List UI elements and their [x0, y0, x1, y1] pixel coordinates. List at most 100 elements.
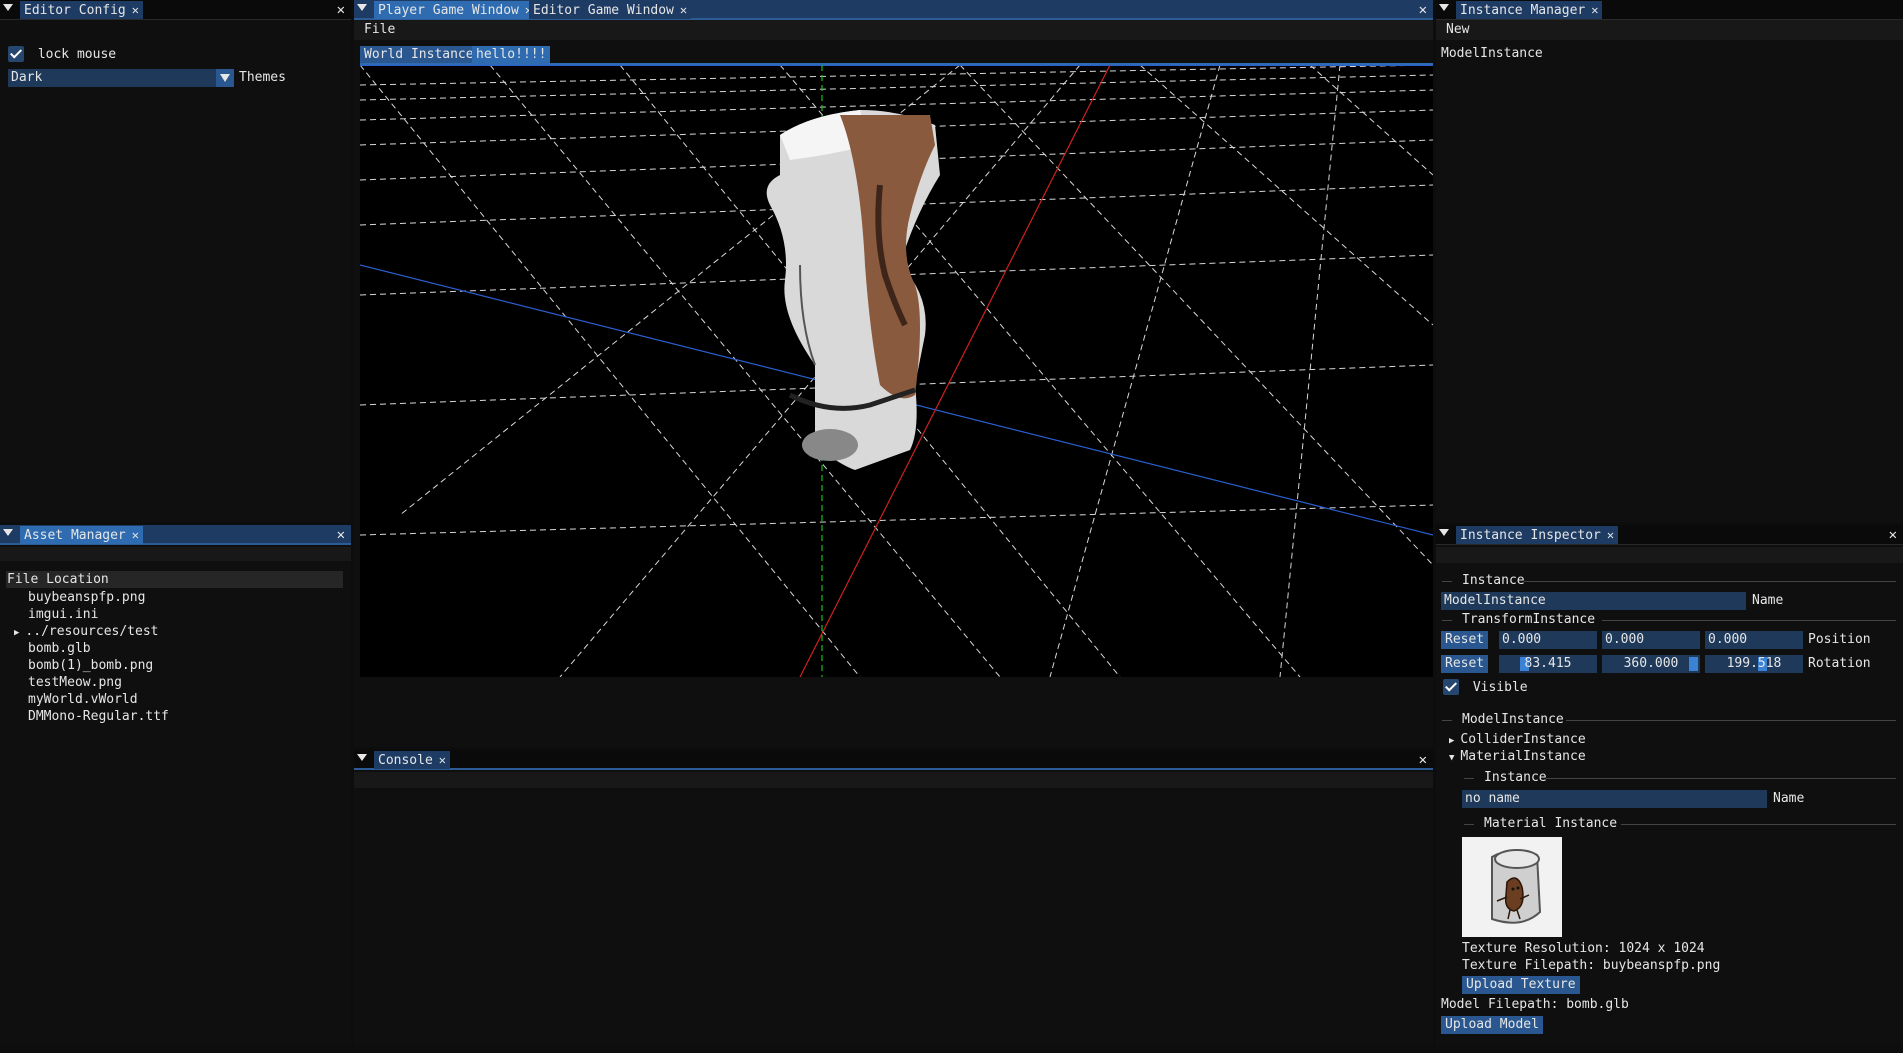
theme-select[interactable]: Dark	[8, 69, 234, 87]
chevron-right-icon[interactable]: ▶	[14, 628, 19, 638]
window-menu-icon[interactable]	[1439, 4, 1449, 11]
editor-config-panel: Editor Config ✕ ✕ lock mouse Dark Themes	[0, 0, 351, 522]
file-item[interactable]: bomb(1)_bomb.png	[28, 658, 153, 673]
close-icon[interactable]: ✕	[439, 753, 446, 767]
panel-close-icon[interactable]: ✕	[337, 525, 345, 545]
file-item[interactable]: buybeanspfp.png	[28, 590, 145, 605]
position-z-input[interactable]: 0.000	[1705, 631, 1803, 649]
collider-label: ColliderInstance	[1460, 732, 1586, 747]
tab-console[interactable]: Console ✕	[374, 751, 451, 769]
chevron-down-icon[interactable]	[216, 69, 234, 87]
file-item[interactable]: imgui.ini	[28, 607, 98, 622]
upload-texture-button[interactable]: Upload Texture	[1462, 976, 1580, 994]
material-name-input[interactable]: no name	[1462, 790, 1767, 808]
slider-grab[interactable]	[1689, 657, 1698, 671]
material-tree-node[interactable]: ▼ MaterialInstance	[1449, 749, 1586, 764]
separator	[1464, 778, 1474, 779]
rotation-label: Rotation	[1808, 656, 1871, 671]
viewport-3d[interactable]	[360, 65, 1433, 677]
panel-close-icon[interactable]: ✕	[1419, 0, 1427, 20]
rotation-z-value: 199.518	[1726, 656, 1782, 671]
instance-inspector-panel: Instance Inspector ✕ ✕ Instance ModelInst…	[1436, 525, 1903, 1045]
close-icon[interactable]: ✕	[1591, 3, 1598, 17]
tab-asset-manager[interactable]: Asset Manager ✕	[20, 526, 143, 544]
material-name-label: Name	[1773, 791, 1805, 806]
tab-label: Asset Manager	[24, 528, 126, 543]
chevron-right-icon[interactable]: ▶	[1449, 736, 1454, 746]
separator	[1621, 824, 1896, 825]
material-instance-heading: Instance	[1484, 770, 1547, 785]
menu-file[interactable]: File	[364, 22, 395, 37]
asset-toolbar-strip	[0, 547, 351, 561]
rotation-z-slider[interactable]: 199.518	[1705, 655, 1803, 673]
themes-label: Themes	[239, 70, 286, 85]
texture-preview-image	[1462, 837, 1562, 937]
section-instance-heading: Instance	[1462, 573, 1525, 588]
window-menu-icon[interactable]	[3, 529, 13, 536]
window-menu-icon[interactable]	[3, 4, 13, 11]
tab-world-instance[interactable]: World Instance	[360, 46, 478, 64]
console-tabbar: Console ✕ ✕	[354, 750, 1433, 770]
position-label: Position	[1808, 632, 1871, 647]
lock-mouse-checkbox[interactable]	[8, 46, 24, 62]
rotation-y-value: 360.000	[1623, 656, 1679, 671]
fps-indicator	[362, 66, 367, 75]
window-menu-icon[interactable]	[1439, 529, 1449, 536]
file-location-label: File Location	[7, 572, 109, 587]
visible-checkbox[interactable]	[1443, 679, 1459, 695]
panel-close-icon[interactable]: ✕	[337, 0, 345, 20]
window-menu-icon[interactable]	[357, 4, 367, 11]
position-x-input[interactable]: 0.000	[1499, 631, 1597, 649]
instance-inspector-tabbar: Instance Inspector ✕ ✕	[1436, 525, 1903, 545]
upload-model-button[interactable]: Upload Model	[1441, 1016, 1543, 1034]
reset-rotation-button[interactable]: Reset	[1441, 655, 1489, 673]
tab-label: Player Game Window	[378, 3, 519, 18]
separator	[1464, 824, 1474, 825]
material-section-heading: Material Instance	[1484, 816, 1618, 831]
panel-close-icon[interactable]: ✕	[1419, 750, 1427, 770]
collider-tree-node[interactable]: ▶ ColliderInstance	[1449, 732, 1586, 747]
reset-position-button[interactable]: Reset	[1441, 631, 1489, 649]
position-y-input[interactable]: 0.000	[1602, 631, 1700, 649]
instance-name-input[interactable]: ModelInstance	[1441, 592, 1746, 610]
close-icon[interactable]: ✕	[1607, 528, 1614, 542]
lock-mouse-row[interactable]: lock mouse	[8, 46, 116, 62]
section-transform-heading: TransformInstance	[1462, 612, 1596, 627]
tab-editor-game-window[interactable]: Editor Game Window ✕	[529, 1, 692, 19]
close-icon[interactable]: ✕	[132, 3, 139, 17]
tab-hello[interactable]: hello!!!!	[472, 46, 551, 64]
tab-label: Editor Game Window	[533, 3, 674, 18]
rotation-x-slider[interactable]: 83.415	[1499, 655, 1597, 673]
rotation-x-value: 83.415	[1524, 656, 1572, 671]
file-item[interactable]: DMMono-Regular.ttf	[28, 709, 169, 724]
folder-item[interactable]: ▶ ../resources/test	[14, 624, 158, 639]
separator	[1566, 720, 1896, 721]
chevron-down-icon[interactable]: ▼	[1449, 753, 1454, 763]
instance-manager-panel: Instance Manager ✕ New ModelInstance	[1436, 0, 1903, 522]
visible-label: Visible	[1472, 679, 1528, 695]
separator	[1442, 620, 1452, 621]
game-window-tabbar: Player Game Window✕ Editor Game Window✕ …	[354, 0, 1433, 20]
file-location-header: File Location	[6, 571, 343, 588]
instance-list-item[interactable]: ModelInstance	[1441, 46, 1543, 61]
separator	[1524, 581, 1896, 582]
window-menu-icon[interactable]	[357, 754, 367, 761]
rotation-y-slider[interactable]: 360.000	[1602, 655, 1700, 673]
separator	[1442, 720, 1452, 721]
visible-row[interactable]: Visible	[1443, 679, 1528, 695]
tab-player-game-window[interactable]: Player Game Window✕	[374, 1, 537, 19]
file-item[interactable]: bomb.glb	[28, 641, 91, 656]
tab-instance-manager[interactable]: Instance Manager ✕	[1456, 1, 1603, 19]
close-icon[interactable]: ✕	[680, 3, 687, 17]
menu-new[interactable]: New	[1446, 22, 1469, 37]
separator	[1602, 620, 1896, 621]
tab-editor-config[interactable]: Editor Config ✕	[20, 1, 143, 19]
panel-close-icon[interactable]: ✕	[1889, 525, 1897, 545]
close-icon[interactable]: ✕	[132, 528, 139, 542]
game-window-panel: Player Game Window✕ Editor Game Window✕ …	[354, 0, 1433, 747]
file-item[interactable]: testMeow.png	[28, 675, 122, 690]
console-panel: Console ✕ ✕	[354, 750, 1433, 1045]
texture-filepath-text: Texture Filepath: buybeanspfp.png	[1462, 958, 1721, 973]
file-item[interactable]: myWorld.vWorld	[28, 692, 138, 707]
tab-instance-inspector[interactable]: Instance Inspector ✕	[1456, 526, 1619, 544]
